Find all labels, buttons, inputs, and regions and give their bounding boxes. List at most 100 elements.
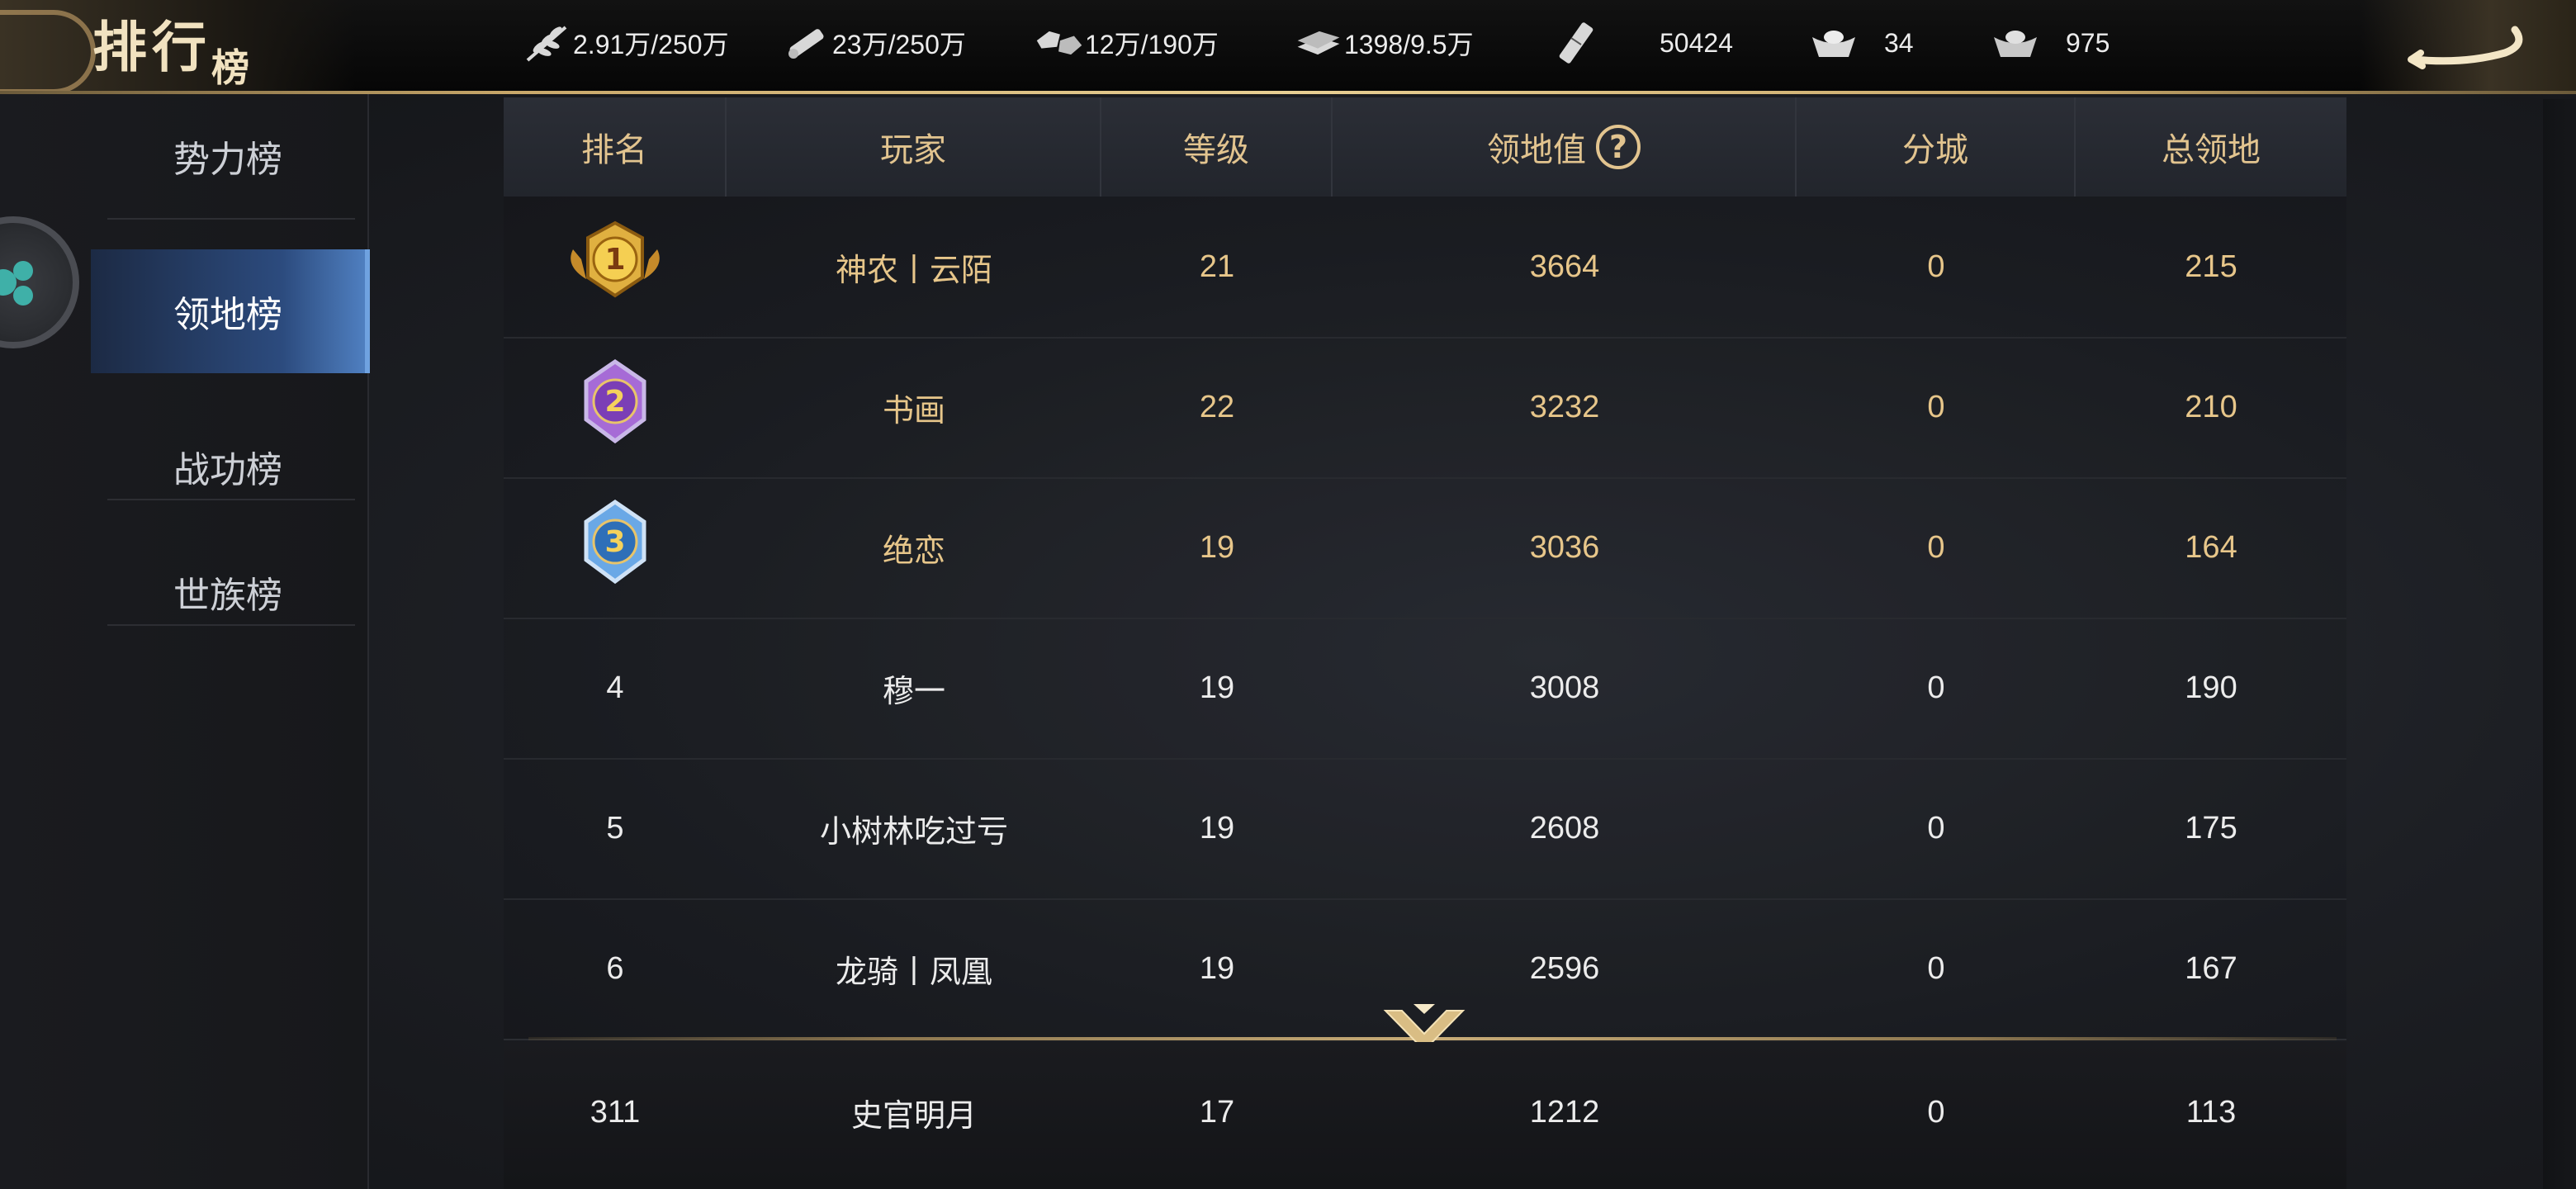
total-territory: 215: [2185, 249, 2237, 284]
total-territory: 113: [2185, 1094, 2237, 1130]
tab-divider: [107, 218, 355, 220]
tab-power-ranking[interactable]: 势力榜: [91, 94, 365, 218]
tab-clan-ranking[interactable]: 世族榜: [91, 530, 365, 654]
medal-rank-number: 3: [604, 525, 625, 559]
resource-gold: 34: [1808, 17, 1914, 69]
medal-rank-number: 1: [604, 243, 625, 277]
top-bar-gold-line: [0, 91, 2576, 94]
decree-icon: [1551, 21, 1602, 64]
column-header-total-territory: 总领地: [2162, 131, 2261, 169]
rank-number: 6: [606, 950, 624, 986]
resource-wood: 23万/250万: [781, 17, 966, 69]
total-territory: 175: [2185, 810, 2237, 846]
rank-cell: 2: [504, 337, 727, 477]
help-icon[interactable]: ?: [1596, 125, 1641, 169]
my-ranking-row[interactable]: 311 史官明月 17 1212 0 113: [504, 1042, 2346, 1189]
resource-value: 34: [1884, 27, 1914, 58]
tab-label: 世族榜: [173, 575, 282, 617]
tab-label: 战功榜: [173, 449, 282, 491]
sub-city-count: 0: [1927, 249, 1945, 284]
resource-value: 1398/9.5万: [1344, 30, 1474, 59]
resource-value: 23万/250万: [832, 30, 966, 59]
rank-number: 311: [590, 1094, 641, 1130]
sub-city-count: 0: [1927, 950, 1945, 986]
rank-number: 5: [606, 810, 624, 846]
resource-value: 975: [2066, 27, 2110, 58]
tab-divider: [107, 499, 355, 500]
territory-value: 2608: [1529, 810, 1600, 846]
wood-icon: [781, 21, 832, 64]
tab-label: 势力榜: [173, 139, 282, 181]
player-level: 21: [1199, 249, 1235, 284]
sub-city-count: 0: [1927, 529, 1945, 565]
medal-rank-number: 2: [604, 385, 625, 419]
total-territory: 210: [2185, 389, 2237, 424]
player-name: 史官明月: [850, 1098, 977, 1134]
player-name: 神农丨云陌: [835, 253, 992, 288]
territory-value: 3232: [1529, 389, 1600, 424]
sidebar: 势力榜 领地榜 战功榜 世族榜: [0, 94, 370, 1189]
player-name: 绝恋: [882, 533, 945, 569]
sub-city-count: 0: [1927, 670, 1945, 705]
player-name: 小树林吃过亏: [819, 814, 1008, 850]
column-header-label: 领地值: [1487, 131, 1586, 169]
leaderboard-screen: 排行榜 2.91万/250万 23万/250万 12万/190万 1398/9.…: [0, 0, 2576, 1189]
total-territory: 190: [2185, 670, 2237, 705]
column-header-player: 玩家: [727, 97, 1101, 197]
rank-cell: 1: [504, 197, 727, 337]
table-header: 排名 玩家 等级 领地值 ? 分城 总领地: [504, 97, 2346, 197]
sub-city-count: 0: [1927, 389, 1945, 424]
back-arrow-icon: [2408, 26, 2523, 69]
column-header-territory-value: 领地值 ?: [1333, 97, 1797, 197]
gold-medal-icon: 1: [571, 220, 660, 298]
total-territory: 167: [2185, 950, 2237, 986]
page-title: 排行榜: [92, 3, 254, 90]
column-header-level: 等级: [1101, 97, 1333, 197]
page-title-main: 排行: [92, 15, 211, 79]
resource-value: 2.91万/250万: [573, 30, 729, 59]
player-name: 龙骑丨凤凰: [835, 955, 992, 990]
silver-ingot-icon: [1990, 21, 2041, 64]
blue-medal-icon: 3: [584, 499, 646, 585]
table-row[interactable]: 3 绝恋 19 3036 0 164: [504, 477, 2346, 619]
resource-decree: 50424: [1551, 17, 1733, 69]
page-title-suffix: 榜: [211, 45, 254, 90]
territory-value: 3664: [1529, 249, 1600, 284]
back-button[interactable]: [2406, 15, 2530, 74]
rank-number: 4: [606, 670, 624, 705]
iron-icon: [1293, 21, 1344, 64]
table-row[interactable]: 1 神农丨云陌 21 3664 0 215: [504, 197, 2346, 339]
resource-value: 12万/190万: [1085, 30, 1219, 59]
tab-merit-ranking[interactable]: 战功榜: [91, 405, 365, 528]
table-row[interactable]: 2 书画 22 3232 0 210: [504, 337, 2346, 479]
player-level: 22: [1199, 389, 1235, 424]
territory-value: 3008: [1529, 670, 1600, 705]
resource-iron: 1398/9.5万: [1293, 17, 1474, 69]
sub-city-count: 0: [1927, 1094, 1945, 1130]
resource-grain: 2.91万/250万: [522, 17, 729, 69]
rank-cell: 3: [504, 477, 727, 618]
table-row[interactable]: 5 小树林吃过亏 19 2608 0 175: [504, 758, 2346, 900]
purple-medal-icon: 2: [584, 358, 646, 444]
player-level: 19: [1199, 670, 1235, 705]
stone-icon: [1034, 21, 1085, 64]
resource-value: 50424: [1660, 27, 1733, 58]
player-level: 19: [1199, 950, 1235, 986]
gold-ingot-icon: [1808, 21, 1859, 64]
avatar[interactable]: [0, 216, 79, 348]
column-header-sub-city: 分城: [1797, 97, 2076, 197]
territory-value: 3036: [1529, 529, 1600, 565]
tab-divider: [107, 624, 355, 626]
right-edge-panel: [2543, 99, 2576, 1189]
territory-value: 1212: [1529, 1094, 1600, 1130]
player-level: 19: [1199, 529, 1235, 565]
player-name: 穆一: [882, 674, 945, 709]
tab-territory-ranking[interactable]: 领地榜: [91, 249, 370, 373]
resource-stone: 12万/190万: [1034, 17, 1219, 69]
jade-emblem-icon: [0, 261, 33, 306]
table-row[interactable]: 4 穆一 19 3008 0 190: [504, 618, 2346, 760]
player-name: 书画: [882, 393, 945, 429]
top-bar: 排行榜 2.91万/250万 23万/250万 12万/190万 1398/9.…: [0, 0, 2576, 94]
player-level: 17: [1199, 1094, 1235, 1130]
sub-city-count: 0: [1927, 810, 1945, 846]
